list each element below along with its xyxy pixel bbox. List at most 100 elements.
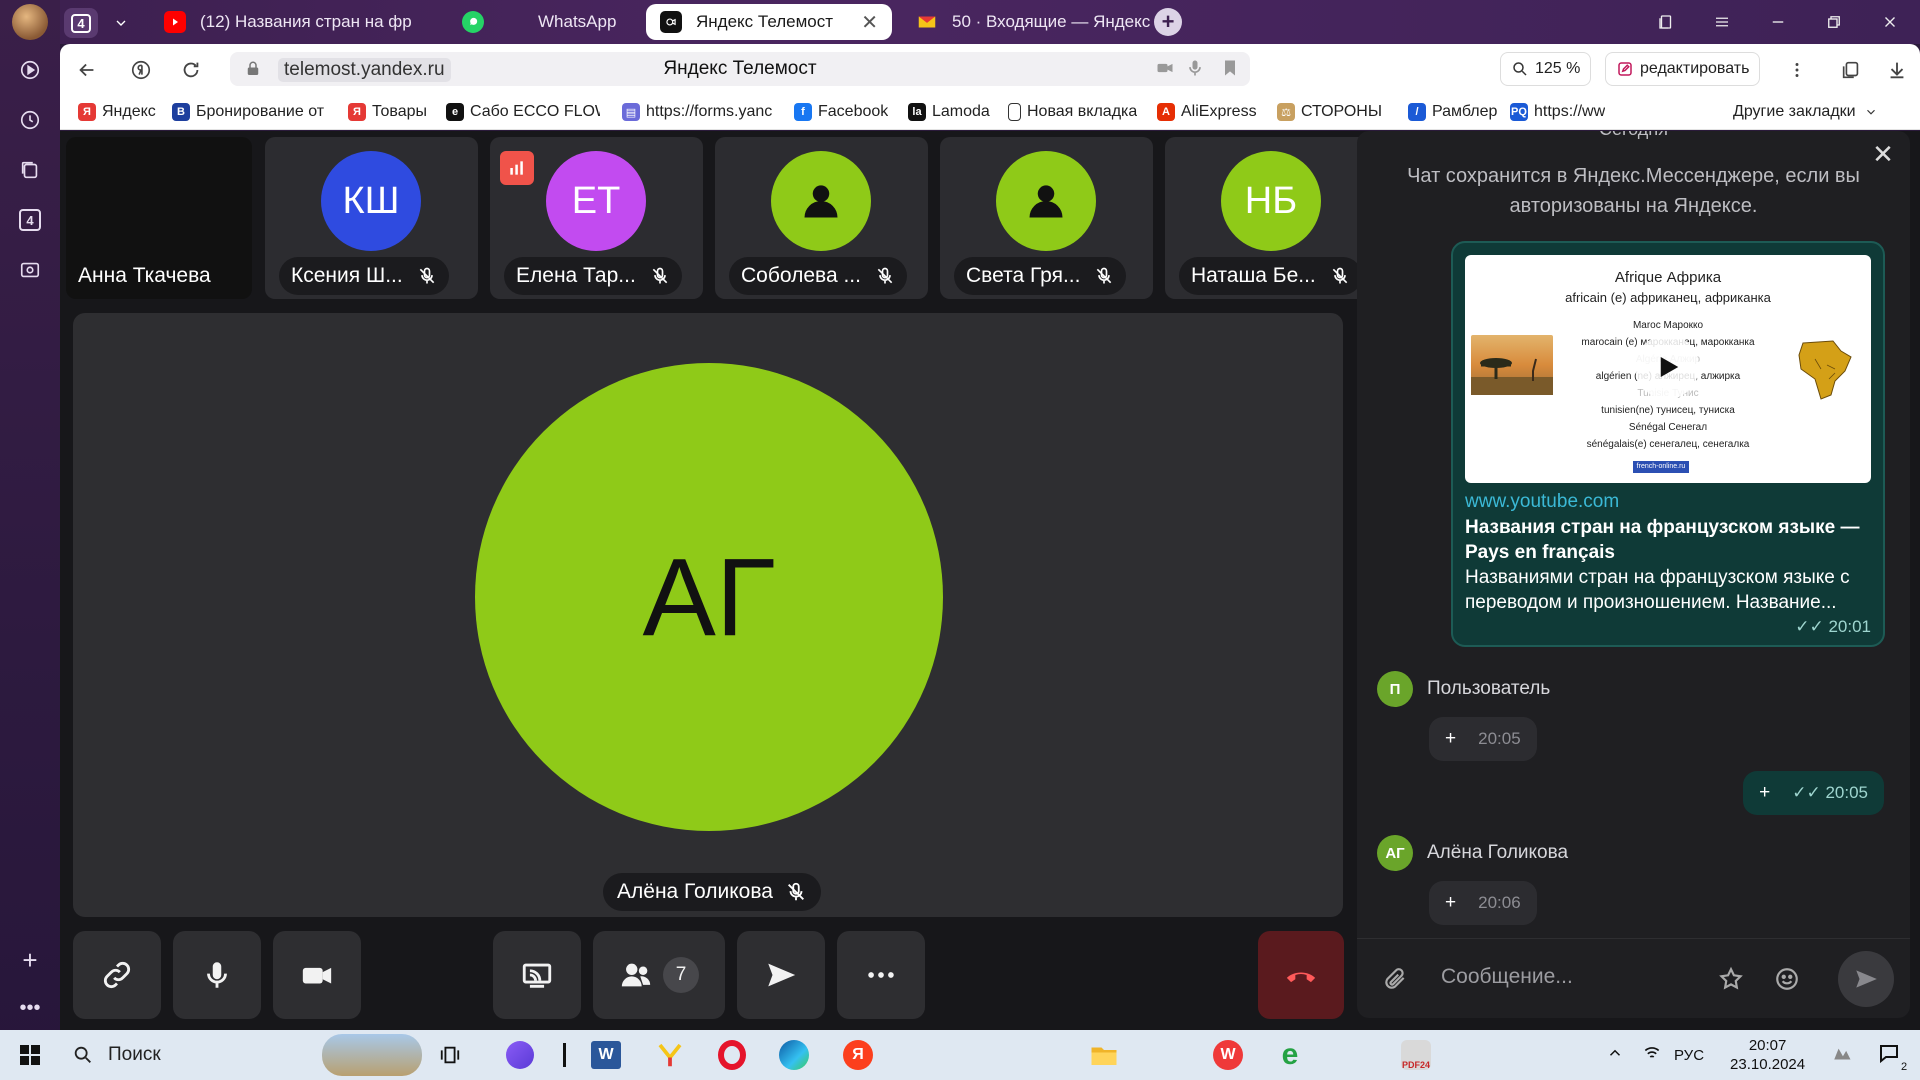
bookmark-item[interactable]: la Lamoda xyxy=(908,100,990,124)
collections-icon[interactable] xyxy=(12,152,48,188)
pdf24-icon[interactable]: PDF24 xyxy=(1398,1037,1434,1073)
bookmark-item[interactable]: ▤ https://forms.yanc xyxy=(622,100,772,124)
more-icon[interactable]: ••• xyxy=(12,990,48,1026)
close-window-icon[interactable] xyxy=(1862,0,1918,44)
bookmark-item[interactable]: Я Яндекс xyxy=(78,100,156,124)
chevron-up-icon[interactable] xyxy=(1606,1044,1624,1066)
yandex-icon[interactable]: Я xyxy=(840,1037,876,1073)
star-icon[interactable] xyxy=(1713,961,1749,997)
wifi-icon[interactable] xyxy=(1642,1043,1662,1067)
add-icon[interactable]: + xyxy=(12,942,48,978)
download-icon[interactable] xyxy=(1880,53,1914,87)
alice-icon[interactable] xyxy=(502,1037,538,1073)
end-call-button[interactable] xyxy=(1258,931,1344,1019)
bookmark-item[interactable]: e Сабо ECCO FLOW xyxy=(446,100,600,124)
participant-name-badge: Елена Тар... xyxy=(504,257,682,295)
word-icon[interactable]: W xyxy=(588,1037,624,1073)
link-domain[interactable]: www.youtube.com xyxy=(1465,491,1619,513)
opera-icon[interactable] xyxy=(714,1037,750,1073)
link-preview-message[interactable]: Afrique Африка africain (e) африканец, а… xyxy=(1451,241,1885,647)
mic-permission-icon[interactable] xyxy=(1185,58,1205,83)
video-thumbnail[interactable]: Afrique Африка africain (e) африканец, а… xyxy=(1465,255,1871,483)
bookmark-item[interactable]: / Рамблер xyxy=(1408,100,1497,124)
play-icon[interactable] xyxy=(12,52,48,88)
participants-icon xyxy=(621,963,651,987)
clock[interactable]: 20:07 23.10.2024 xyxy=(1730,1036,1805,1074)
restore-icon[interactable] xyxy=(1806,0,1862,44)
main-speaker-view[interactable]: АГ Алёна Голикова xyxy=(73,313,1343,917)
bookmark-item[interactable]: A AliExpress xyxy=(1157,100,1257,124)
minimize-icon[interactable] xyxy=(1750,0,1806,44)
message-input[interactable]: Сообщение... xyxy=(1441,965,1573,989)
profile-avatar[interactable] xyxy=(12,4,48,40)
participant-avatar xyxy=(996,151,1096,251)
chevron-down-icon[interactable] xyxy=(104,8,138,38)
send-reaction-button[interactable] xyxy=(737,931,825,1019)
bookmark-label: Яндекс xyxy=(102,103,156,120)
camera-permission-icon[interactable] xyxy=(1155,58,1175,83)
participant-tile[interactable]: ЕТ Елена Тар... xyxy=(490,137,703,299)
camera-button[interactable] xyxy=(273,931,361,1019)
bookmark-item[interactable]: B Бронирование от xyxy=(172,100,324,124)
new-tab-button[interactable]: + xyxy=(1154,8,1182,36)
participant-tile[interactable]: Соболева ... xyxy=(715,137,928,299)
tab-youtube[interactable]: (12) Названия стран на фр xyxy=(150,4,440,40)
link-title[interactable]: Названия стран на французском языке — Pa… xyxy=(1465,515,1871,565)
edit-button[interactable]: редактировать xyxy=(1605,52,1761,86)
windows-start-icon[interactable] xyxy=(12,1037,48,1073)
edge-icon[interactable] xyxy=(776,1037,812,1073)
more-vertical-icon[interactable] xyxy=(1780,53,1814,87)
clock-date: 23.10.2024 xyxy=(1730,1056,1806,1073)
participant-name: Света Гря... xyxy=(966,264,1081,287)
copy-link-button[interactable] xyxy=(73,931,161,1019)
participants-button[interactable]: 7 xyxy=(593,931,725,1019)
tab-telemost[interactable]: Яндекс Телемост ✕ xyxy=(646,4,892,40)
bookmark-item[interactable]: f Facebook xyxy=(794,100,888,124)
participant-tile[interactable]: Света Гря... xyxy=(940,137,1153,299)
message-bubble[interactable]: + 20:06 xyxy=(1429,881,1537,925)
play-icon[interactable] xyxy=(1635,335,1699,399)
history-icon[interactable] xyxy=(12,102,48,138)
my-message-bubble[interactable]: + ✓✓ 20:05 xyxy=(1743,771,1884,815)
vivaldi-icon[interactable]: W xyxy=(1210,1037,1246,1073)
bookmark-item[interactable]: PQ https://ww xyxy=(1510,100,1605,124)
language-indicator[interactable]: РУС xyxy=(1674,1047,1704,1064)
close-tab-icon[interactable]: ✕ xyxy=(861,10,878,35)
screenshot-icon[interactable] xyxy=(12,252,48,288)
emoji-icon[interactable] xyxy=(1769,961,1805,997)
more-options-button[interactable] xyxy=(837,931,925,1019)
windows-taskbar: Поиск W Я W e PDF24 РУС 20:07 23.10.2024… xyxy=(0,1030,1920,1080)
collections-toolbar-icon[interactable] xyxy=(1834,53,1868,87)
yandex-logo-icon[interactable] xyxy=(124,53,158,87)
participant-tile[interactable]: Анна Ткачева xyxy=(66,137,252,299)
bookmark-item[interactable]: Я Товары xyxy=(348,100,427,124)
other-bookmarks[interactable]: Другие закладки xyxy=(1733,100,1878,124)
notifications-icon[interactable]: 2 xyxy=(1877,1041,1908,1073)
address-bar[interactable]: telemost.yandex.ru Яндекс Телемост xyxy=(230,52,1250,86)
microphone-button[interactable] xyxy=(173,931,261,1019)
reload-icon[interactable] xyxy=(174,53,208,87)
tab-group-button[interactable]: 4 xyxy=(64,8,98,38)
bookmark-item[interactable]: Новая вкладка xyxy=(1008,100,1137,124)
menu-icon[interactable] xyxy=(1694,0,1750,44)
participant-tile[interactable]: КШ Ксения Ш... xyxy=(265,137,478,299)
message-text: + xyxy=(1445,892,1457,913)
back-arrow-icon[interactable] xyxy=(70,53,104,87)
zoom-button[interactable]: 125 % xyxy=(1500,52,1592,86)
attach-icon[interactable] xyxy=(1377,961,1413,997)
message-bubble[interactable]: + 20:05 xyxy=(1429,717,1537,761)
yandex-browser-icon[interactable] xyxy=(652,1037,688,1073)
taskbar-search[interactable]: Поиск xyxy=(62,1034,422,1076)
bookmark-icon[interactable] xyxy=(1220,58,1240,83)
send-message-button[interactable] xyxy=(1838,951,1894,1007)
file-explorer-icon[interactable] xyxy=(1086,1037,1122,1073)
bookmark-item[interactable]: ⚖ СТОРОНЫ xyxy=(1277,100,1382,124)
app-tray-icon[interactable] xyxy=(1831,1040,1857,1070)
tab-mail[interactable]: 50 · Входящие — Яндекс П xyxy=(902,4,1188,40)
tab-count-icon[interactable]: 4 xyxy=(12,202,48,238)
participant-tile[interactable]: НБ Наташа Бе... xyxy=(1165,137,1378,299)
bookmarks-panel-icon[interactable] xyxy=(1638,0,1694,44)
internet-explorer-icon[interactable]: e xyxy=(1272,1037,1308,1073)
screen-share-button[interactable] xyxy=(493,931,581,1019)
task-view-icon[interactable] xyxy=(432,1037,468,1073)
